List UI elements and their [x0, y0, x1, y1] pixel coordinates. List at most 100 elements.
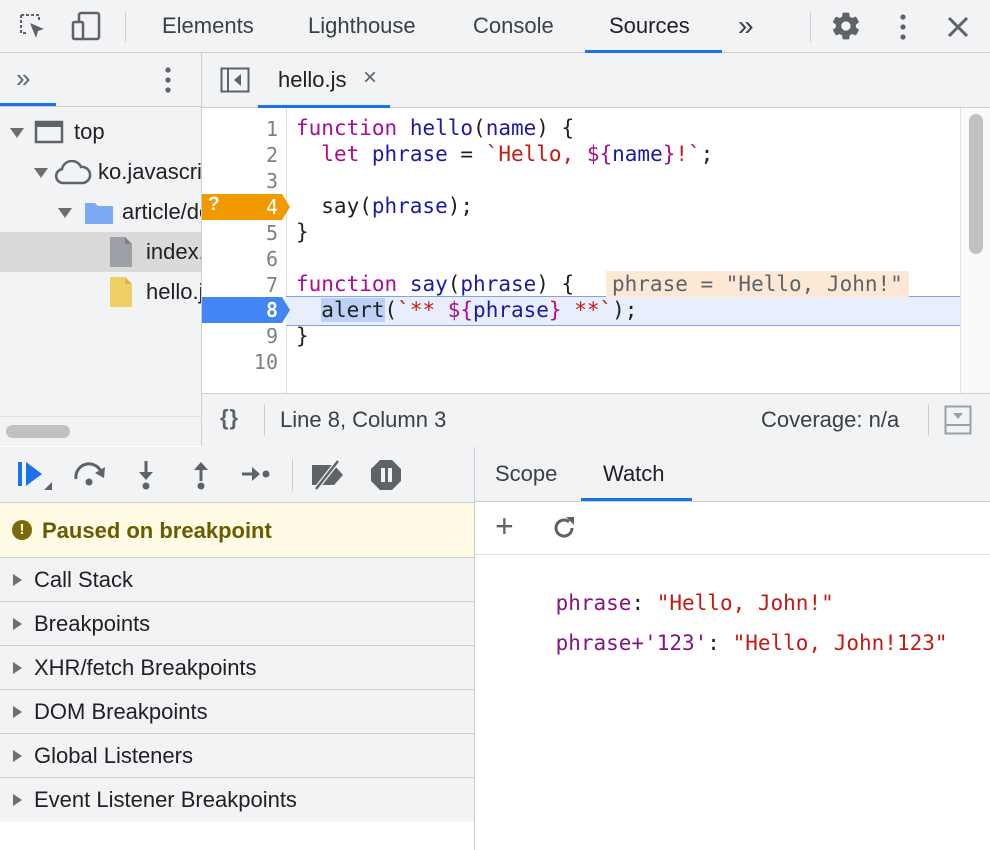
- section-breakpoints[interactable]: Breakpoints: [0, 602, 474, 646]
- line-number[interactable]: 10: [202, 350, 278, 374]
- line-number[interactable]: 8: [202, 298, 278, 322]
- section-label: DOM Breakpoints: [34, 699, 208, 724]
- line-number[interactable]: 3: [202, 169, 278, 193]
- file-icon: [108, 236, 134, 268]
- devtools-toolbar: Elements Lighthouse Console Sources »: [0, 0, 990, 53]
- close-devtools-icon[interactable]: [945, 14, 971, 40]
- paused-banner: ! Paused on breakpoint: [0, 503, 474, 558]
- scope-watch-pane: Scope Watch + phrase: "Hello, John!" phr…: [475, 447, 990, 850]
- code-line-7[interactable]: function say(phrase) {: [296, 272, 574, 296]
- scrollbar-thumb[interactable]: [6, 425, 70, 438]
- inspect-element-icon[interactable]: [18, 12, 48, 42]
- line-number[interactable]: 6: [202, 247, 278, 271]
- line-number[interactable]: 2: [202, 143, 278, 167]
- frame-icon: [34, 120, 64, 144]
- refresh-icon[interactable]: [551, 515, 577, 541]
- more-options-kebab-icon[interactable]: [893, 12, 913, 42]
- active-sidebar-tab-indicator: [581, 498, 692, 501]
- tab-sources[interactable]: Sources: [609, 0, 690, 52]
- expand-triangle-icon: [13, 706, 22, 718]
- debugger-pane: ! Paused on breakpoint Call Stack Breakp…: [0, 447, 475, 850]
- section-label: Event Listener Breakpoints: [34, 787, 297, 812]
- editor-status-bar: {} Line 8, Column 3 Coverage: n/a: [202, 393, 990, 448]
- tree-item-label: top: [74, 119, 105, 144]
- editor-tab-hello-js[interactable]: hello.js ×: [258, 53, 390, 108]
- paused-message: Paused on breakpoint: [42, 518, 272, 543]
- tree-item-top[interactable]: top: [0, 112, 201, 152]
- toggle-debugger-sidebar-icon[interactable]: [944, 405, 972, 435]
- tree-item-label: hello.js: [146, 279, 201, 304]
- add-watch-expression-button[interactable]: +: [495, 508, 514, 545]
- pause-on-exceptions-icon[interactable]: [370, 459, 402, 491]
- line-number[interactable]: 7: [202, 273, 278, 297]
- section-label: Global Listeners: [34, 743, 193, 768]
- section-xhr-breakpoints[interactable]: XHR/fetch Breakpoints: [0, 646, 474, 690]
- expand-triangle-icon: [10, 128, 24, 138]
- step-out-icon[interactable]: [189, 459, 213, 491]
- toggle-navigator-icon[interactable]: [220, 67, 250, 93]
- device-toolbar-icon[interactable]: [70, 10, 104, 42]
- section-call-stack[interactable]: Call Stack: [0, 558, 474, 602]
- code-line-1[interactable]: function hello(name) {: [296, 116, 574, 140]
- tree-item-domain[interactable]: ko.javascript.info: [0, 152, 201, 192]
- code-line-9[interactable]: }: [296, 324, 309, 348]
- more-tabs-button[interactable]: »: [738, 0, 754, 52]
- section-label: Breakpoints: [34, 611, 151, 636]
- cursor-position: Line 8, Column 3: [280, 407, 447, 432]
- section-dom-breakpoints[interactable]: DOM Breakpoints: [0, 690, 474, 734]
- line-number[interactable]: 5: [202, 221, 278, 245]
- code-line-5[interactable]: }: [296, 220, 309, 244]
- tab-console[interactable]: Console: [473, 0, 554, 52]
- watch-expression: phrase+'123': [555, 631, 708, 655]
- horizontal-scrollbar[interactable]: [0, 416, 201, 447]
- navigator-menu-kebab-icon[interactable]: [160, 65, 176, 95]
- expand-triangle-icon: [58, 208, 72, 218]
- watch-expression-row[interactable]: phrase+'123': "Hello, John!123": [505, 607, 948, 679]
- watch-value: "Hello, John!123": [732, 631, 948, 655]
- tab-elements[interactable]: Elements: [162, 0, 254, 52]
- vertical-scrollbar[interactable]: [960, 108, 990, 393]
- code-line-8[interactable]: alert(`** ${phrase} **`);: [296, 298, 637, 322]
- expand-triangle-icon: [13, 574, 22, 586]
- resume-icon[interactable]: [16, 460, 56, 494]
- pretty-print-button[interactable]: {}: [220, 405, 239, 431]
- tree-item-folder[interactable]: article/debugging-chrome: [0, 192, 201, 232]
- scope-watch-tabs: Scope Watch: [475, 447, 990, 502]
- scrollbar-thumb[interactable]: [969, 114, 983, 254]
- step-into-icon[interactable]: [134, 459, 158, 491]
- info-icon: !: [12, 520, 32, 540]
- code-line-2[interactable]: let phrase = `Hello, ${name}!`;: [296, 142, 713, 166]
- debugger-empty-area: [0, 822, 474, 850]
- navigator-header: »: [0, 53, 201, 107]
- line-number[interactable]: 4: [202, 195, 278, 219]
- tab-watch[interactable]: Watch: [603, 461, 665, 487]
- tree-item-label: index.html: [146, 239, 201, 264]
- line-number[interactable]: 9: [202, 324, 278, 348]
- section-global-listeners[interactable]: Global Listeners: [0, 734, 474, 778]
- step-icon[interactable]: [240, 462, 272, 486]
- settings-gear-icon[interactable]: [830, 10, 862, 42]
- debugger-toolbar: [0, 447, 474, 503]
- cloud-icon: [54, 160, 92, 186]
- expand-triangle-icon: [34, 168, 48, 178]
- code-editor[interactable]: ? 1 2 3 4 5 6 7 8 9 10 function hello(na…: [202, 108, 990, 393]
- section-label: Call Stack: [34, 567, 134, 592]
- more-navigator-tabs-icon[interactable]: »: [16, 63, 30, 94]
- tab-lighthouse[interactable]: Lighthouse: [308, 0, 416, 52]
- file-navigator: » top ko.javascript.info article/debuggi…: [0, 53, 202, 446]
- expand-triangle-icon: [13, 750, 22, 762]
- expand-triangle-icon: [13, 794, 22, 806]
- tree-item-label: article/debugging-chrome: [122, 199, 201, 224]
- section-event-listener-breakpoints[interactable]: Event Listener Breakpoints: [0, 778, 474, 821]
- close-tab-icon[interactable]: ×: [363, 64, 377, 92]
- watch-toolbar: +: [475, 502, 990, 555]
- tree-item-index-file[interactable]: index.html: [0, 232, 201, 272]
- tab-scope[interactable]: Scope: [495, 461, 557, 487]
- line-number[interactable]: 1: [202, 117, 278, 141]
- script-file-icon: [108, 276, 134, 308]
- step-over-icon[interactable]: [72, 461, 108, 487]
- tree-item-hello-js[interactable]: hello.js: [0, 272, 201, 312]
- expand-triangle-icon: [13, 662, 22, 674]
- code-line-4[interactable]: say(phrase);: [296, 194, 473, 218]
- deactivate-breakpoints-icon[interactable]: [308, 459, 350, 491]
